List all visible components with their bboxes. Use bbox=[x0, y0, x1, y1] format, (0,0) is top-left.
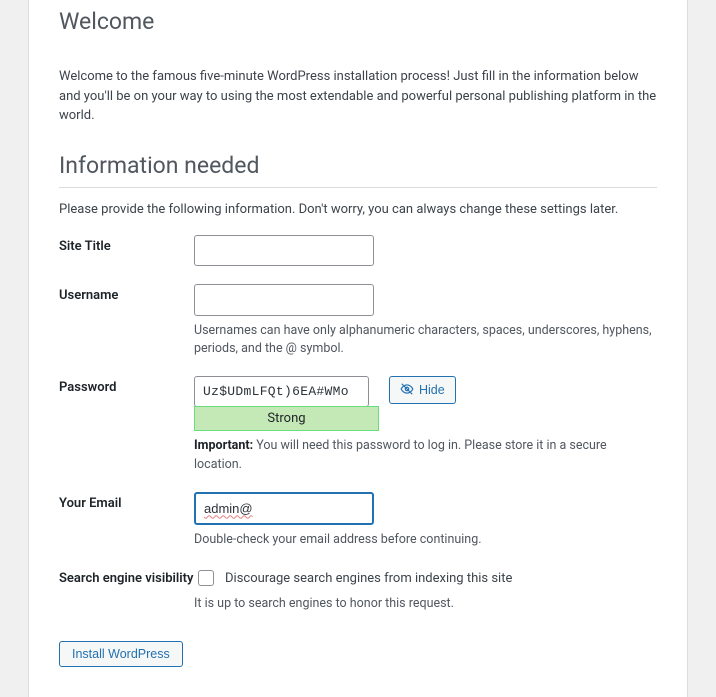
row-email: Your Email Double-check your email addre… bbox=[59, 492, 657, 550]
info-heading: Information needed bbox=[59, 142, 657, 188]
welcome-heading: Welcome bbox=[59, 0, 657, 55]
label-email: Your Email bbox=[59, 492, 194, 511]
eye-hide-icon bbox=[400, 382, 414, 399]
label-username: Username bbox=[59, 284, 194, 303]
label-site-title: Site Title bbox=[59, 235, 194, 254]
label-visibility: Search engine visibility bbox=[59, 567, 194, 586]
email-hint: Double-check your email address before c… bbox=[194, 531, 657, 549]
hide-button-label: Hide bbox=[419, 383, 445, 397]
username-input[interactable] bbox=[194, 284, 374, 315]
row-password: Password Strong Hide Important: You will… bbox=[59, 376, 657, 474]
password-strength: Strong bbox=[194, 406, 379, 431]
username-hint: Usernames can have only alphanumeric cha… bbox=[194, 322, 657, 358]
visibility-checkbox[interactable] bbox=[198, 570, 214, 586]
install-page: Welcome Welcome to the famous five-minut… bbox=[28, 0, 688, 697]
welcome-intro: Welcome to the famous five-minute WordPr… bbox=[59, 67, 657, 126]
site-title-input[interactable] bbox=[194, 235, 374, 266]
visibility-checkbox-label: Discourage search engines from indexing … bbox=[225, 571, 512, 586]
install-wordpress-button[interactable]: Install WordPress bbox=[59, 641, 183, 667]
row-username: Username Usernames can have only alphanu… bbox=[59, 284, 657, 358]
visibility-hint: It is up to search engines to honor this… bbox=[194, 595, 657, 613]
label-password: Password bbox=[59, 376, 194, 395]
hide-password-button[interactable]: Hide bbox=[389, 376, 456, 404]
password-hint: Important: You will need this password t… bbox=[194, 437, 657, 473]
row-visibility: Search engine visibility Discourage sear… bbox=[59, 567, 657, 613]
password-input[interactable] bbox=[194, 376, 369, 407]
email-input[interactable] bbox=[194, 492, 374, 525]
row-site-title: Site Title bbox=[59, 235, 657, 266]
info-intro: Please provide the following information… bbox=[59, 200, 657, 220]
